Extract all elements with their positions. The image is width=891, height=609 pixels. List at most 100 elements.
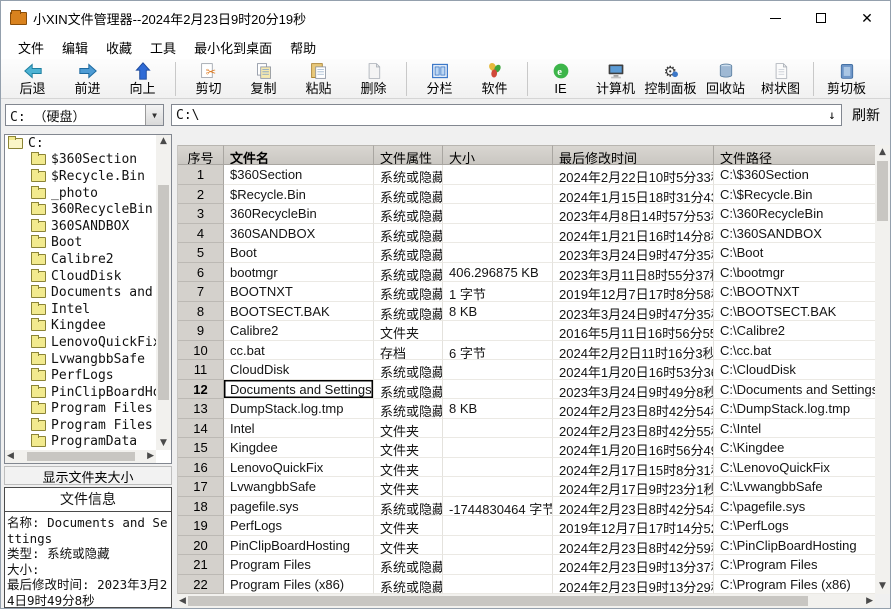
cell-attr: 系统或隐藏 (374, 497, 443, 517)
table-row[interactable]: 14Intel文件夹2024年2月23日8时42分55秒C:\Intel (178, 419, 875, 439)
tree-vertical-scrollbar[interactable]: ▲ ▼ (156, 135, 171, 450)
tree-item-label: Boot (51, 235, 82, 250)
toolbar-button-computer[interactable]: 计算机 (588, 60, 643, 98)
table-row[interactable]: 18pagefile.sys系统或隐藏-1744830464 字节2024年2月… (178, 497, 875, 517)
table-row[interactable]: 3360RecycleBin系统或隐藏2023年4月8日14时57分53秒C:\… (178, 204, 875, 224)
table-row[interactable]: 22Program Files (x86)系统或隐藏2024年2月23日9时13… (178, 575, 875, 595)
tree-item[interactable]: Intel (5, 301, 156, 318)
table-row[interactable]: 5Boot系统或隐藏2023年3月24日9时47分35秒C:\Boot (178, 243, 875, 263)
table-row[interactable]: 20PinClipBoardHosting文件夹2024年2月23日8时42分5… (178, 536, 875, 556)
close-button[interactable]: ✕ (844, 1, 890, 35)
toolbar-button-clipboard[interactable]: 剪切板 (819, 60, 874, 98)
table-row[interactable]: 16LenovoQuickFix文件夹2024年2月17日15时8分31秒C:\… (178, 458, 875, 478)
toolbar-button-recycle-bin[interactable]: 回收站 (698, 60, 753, 98)
tree-vscroll-thumb[interactable] (158, 185, 169, 400)
scroll-up-icon[interactable]: ▲ (877, 145, 888, 159)
show-folder-size-button[interactable]: 显示文件夹大小 (4, 466, 172, 485)
toolbar-button-forward[interactable]: 前进 (60, 60, 115, 98)
toolbar-button-back[interactable]: 后退 (5, 60, 60, 98)
computer-icon (606, 61, 626, 81)
tree-horizontal-scrollbar[interactable]: ◀ ▶ (5, 450, 156, 463)
scroll-up-icon[interactable]: ▲ (158, 135, 169, 148)
tree-item[interactable]: _photo (5, 185, 156, 202)
table-horizontal-scrollbar[interactable]: ◀ ▶ (177, 594, 875, 608)
scroll-down-icon[interactable]: ▼ (158, 437, 169, 450)
drive-dropdown-button[interactable]: ▼ (145, 105, 163, 125)
table-row[interactable]: 17LvwangbbSafe文件夹2024年2月17日9时23分1秒C:\Lvw… (178, 477, 875, 497)
table-row[interactable]: 2$Recycle.Bin系统或隐藏2024年1月15日18时31分43秒C:\… (178, 185, 875, 205)
cell-date: 2019年12月7日17时8分58秒 (553, 282, 714, 302)
tree-item[interactable]: $Recycle.Bin (5, 168, 156, 185)
table-row[interactable]: 12Documents and Settings系统或隐藏2023年3月24日9… (178, 380, 875, 400)
menu-item-5[interactable]: 帮助 (281, 35, 325, 60)
path-input[interactable]: C:\ ↓ (171, 104, 842, 126)
column-header-attr[interactable]: 文件属性 (374, 145, 443, 165)
toolbar-button-copy[interactable]: 复制 (236, 60, 291, 98)
tree-item[interactable]: Program Files (5, 401, 156, 418)
scroll-left-icon[interactable]: ◀ (177, 595, 188, 608)
toolbar-button-delete[interactable]: 删除 (346, 60, 401, 98)
table-row[interactable]: 8BOOTSECT.BAK系统或隐藏8 KB2023年3月24日9时47分35秒… (178, 302, 875, 322)
tree-item[interactable]: LenovoQuickFix (5, 334, 156, 351)
tree-item[interactable]: PinClipBoardHosti (5, 384, 156, 401)
table-row[interactable]: 6bootmgr系统或隐藏406.296875 KB2023年3月11日8时55… (178, 263, 875, 283)
tree-item[interactable]: ProgramData (5, 434, 156, 450)
toolbar-button-columns[interactable]: 分栏 (412, 60, 467, 98)
minimize-button[interactable] (752, 1, 798, 35)
menu-item-0[interactable]: 文件 (9, 35, 53, 60)
column-header-name[interactable]: 文件名 (224, 145, 374, 165)
column-header-date[interactable]: 最后修改时间 (553, 145, 714, 165)
toolbar-button-control-panel[interactable]: ⚙控制面板 (643, 60, 698, 98)
table-vertical-scrollbar[interactable]: ▲ ▼ (875, 145, 890, 594)
refresh-button[interactable]: 刷新 (846, 103, 886, 127)
tree-item[interactable]: Program Files (x8 (5, 417, 156, 434)
scroll-right-icon[interactable]: ▶ (864, 595, 875, 608)
column-header-path[interactable]: 文件路径 (714, 145, 875, 165)
tree-hscroll-thumb[interactable] (27, 452, 135, 461)
tree-item-root[interactable]: C: (5, 135, 156, 152)
tree-item[interactable]: 360RecycleBin (5, 201, 156, 218)
toolbar-button-cut[interactable]: ✂剪切 (181, 60, 236, 98)
menu-item-3[interactable]: 工具 (141, 35, 185, 60)
toolbar-button-software[interactable]: 软件 (467, 60, 522, 98)
tree-item[interactable]: Kingdee (5, 318, 156, 335)
tree-item[interactable]: Calibre2 (5, 251, 156, 268)
column-header-size[interactable]: 大小 (443, 145, 553, 165)
tree-item[interactable]: 360SANDBOX (5, 218, 156, 235)
table-row[interactable]: 1$360Section系统或隐藏2024年2月22日10时5分33秒C:\$3… (178, 165, 875, 185)
toolbar-button-tree-view[interactable]: 树状图 (753, 60, 808, 98)
table-row[interactable]: 7BOOTNXT系统或隐藏1 字节2019年12月7日17时8分58秒C:\BO… (178, 282, 875, 302)
path-history-button[interactable]: ↓ (823, 108, 841, 122)
menu-item-2[interactable]: 收藏 (97, 35, 141, 60)
toolbar-button-ie[interactable]: eIE (533, 60, 588, 98)
tree-item[interactable]: Documents and Set (5, 284, 156, 301)
menu-item-1[interactable]: 编辑 (53, 35, 97, 60)
table-row[interactable]: 15Kingdee文件夹2024年1月20日16时56分49秒C:\Kingde… (178, 438, 875, 458)
table-row[interactable]: 9Calibre2文件夹2016年5月11日16时56分55秒C:\Calibr… (178, 321, 875, 341)
file-info-title: 文件信息 (5, 488, 171, 512)
table-vscroll-thumb[interactable] (877, 161, 888, 221)
table-row[interactable]: 13DumpStack.log.tmp系统或隐藏8 KB2024年2月23日8时… (178, 399, 875, 419)
cell-date: 2024年2月23日8时42分59秒 (553, 536, 714, 556)
tree-item[interactable]: LvwangbbSafe (5, 351, 156, 368)
toolbar-button-paste[interactable]: 粘贴 (291, 60, 346, 98)
table-hscroll-thumb[interactable] (188, 596, 808, 606)
tree-item[interactable]: Boot (5, 235, 156, 252)
table-row[interactable]: 10cc.bat存档6 字节2024年2月2日11时16分3秒C:\cc.bat (178, 341, 875, 361)
column-header-num[interactable]: 序号 (178, 145, 224, 165)
scroll-left-icon[interactable]: ◀ (5, 450, 16, 463)
menu-item-4[interactable]: 最小化到桌面 (185, 35, 281, 60)
table-row[interactable]: 4360SANDBOX系统或隐藏2024年1月21日16时14分8秒C:\360… (178, 224, 875, 244)
table-row[interactable]: 19PerfLogs文件夹2019年12月7日17时14分52秒C:\PerfL… (178, 516, 875, 536)
folder-icon (31, 287, 46, 298)
tree-item[interactable]: $360Section (5, 152, 156, 169)
drive-selector[interactable]: C: （硬盘） ▼ (5, 104, 164, 126)
maximize-button[interactable] (798, 1, 844, 35)
table-row[interactable]: 11CloudDisk系统或隐藏2024年1月20日16时53分36秒C:\Cl… (178, 360, 875, 380)
tree-item[interactable]: PerfLogs (5, 367, 156, 384)
toolbar-button-up[interactable]: 向上 (115, 60, 170, 98)
tree-item[interactable]: CloudDisk (5, 268, 156, 285)
scroll-down-icon[interactable]: ▼ (877, 580, 888, 594)
table-row[interactable]: 21Program Files系统或隐藏2024年2月23日9时13分37秒C:… (178, 555, 875, 575)
scroll-right-icon[interactable]: ▶ (145, 450, 156, 463)
